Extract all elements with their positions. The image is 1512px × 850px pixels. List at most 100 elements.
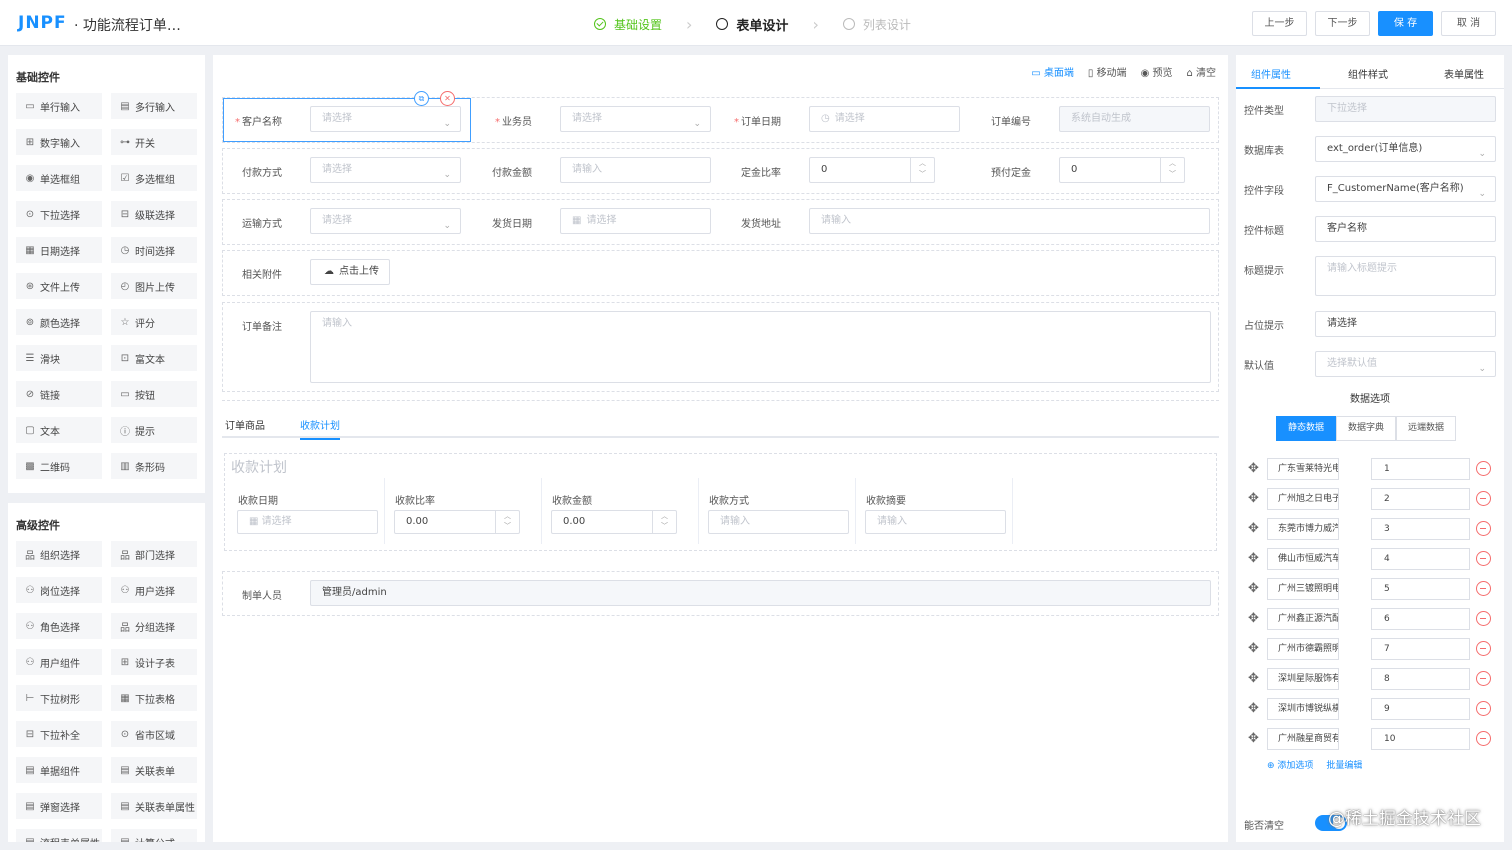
dictionary-button[interactable]: 数据字典	[1336, 416, 1397, 441]
property-input[interactable]: 选择默认值 ⌄	[1315, 351, 1496, 377]
palette-item[interactable]: ▤ 弹窗选择	[16, 793, 102, 819]
ship-date-picker[interactable]: ▦ 请选择	[560, 208, 711, 234]
palette-item[interactable]: ⊙ 下拉选择	[16, 201, 102, 227]
remove-option-icon[interactable]	[1476, 551, 1491, 566]
order-date-picker[interactable]: ◷ 请选择	[809, 106, 960, 132]
cancel-button[interactable]: 取 消	[1441, 11, 1496, 36]
option-value-input[interactable]: 2	[1371, 488, 1470, 510]
tab-component-props[interactable]: 组件属性	[1251, 66, 1291, 81]
palette-item[interactable]: ▤ 关联表单属性	[111, 793, 197, 819]
copy-icon[interactable]: ⧉	[414, 91, 429, 106]
prev-button[interactable]: 上一步	[1252, 11, 1307, 36]
save-button[interactable]: 保 存	[1378, 11, 1433, 36]
column-input[interactable]: 请输入	[865, 510, 1006, 534]
palette-item[interactable]: 品部门选择	[111, 541, 197, 567]
palette-item[interactable]: ⊙ 省市区域	[111, 721, 197, 747]
palette-item[interactable]: ◷ 时间选择	[111, 237, 197, 263]
palette-item[interactable]: 品组织选择	[16, 541, 102, 567]
drag-handle-icon[interactable]: ✥	[1248, 641, 1259, 656]
delete-icon[interactable]: ✕	[440, 91, 455, 106]
toolbar-移动端[interactable]: ▯ 移动端	[1088, 64, 1127, 79]
option-label-input[interactable]: 广州市德霸照明电	[1267, 638, 1339, 660]
step-form-design[interactable]: 表单设计	[716, 15, 788, 34]
step-basic-settings[interactable]: 基础设置	[594, 16, 662, 33]
upload-button[interactable]: ☁ 点击上传	[310, 259, 390, 285]
option-label-input[interactable]: 广州旭之日电子科	[1267, 488, 1339, 510]
option-label-input[interactable]: 广州三镀照明电器	[1267, 578, 1339, 600]
palette-item[interactable]: ◉ 单选框组	[16, 165, 102, 191]
property-input[interactable]: F_CustomerName(客户名称) ⌄	[1315, 176, 1496, 202]
drag-handle-icon[interactable]: ✥	[1248, 521, 1259, 536]
option-value-input[interactable]: 1	[1371, 458, 1470, 480]
property-input[interactable]: ext_order(订单信息) ⌄	[1315, 136, 1496, 162]
palette-item[interactable]: ▦ 下拉表格	[111, 685, 197, 711]
drag-handle-icon[interactable]: ✥	[1248, 611, 1259, 626]
prepay-stepper[interactable]: 0 ︿ ﹀	[1059, 157, 1185, 183]
column-input[interactable]: 请输入	[708, 510, 849, 534]
column-input[interactable]: 0.00 ︿ ﹀	[551, 510, 677, 534]
customer-select[interactable]: 请选择 ⌄	[310, 106, 461, 132]
option-value-input[interactable]: 6	[1371, 608, 1470, 630]
drag-handle-icon[interactable]: ✥	[1248, 581, 1259, 596]
ship-address-input[interactable]: 请输入	[809, 208, 1210, 234]
option-label-input[interactable]: 广东雪莱特光电科	[1267, 458, 1339, 480]
tab-order-items[interactable]: 订单商品	[225, 417, 265, 432]
option-label-input[interactable]: 广州融星商贸有限	[1267, 728, 1339, 750]
palette-item[interactable]: ⊞ 数字输入	[16, 129, 102, 155]
palette-item[interactable]: ▤ 多行输入	[111, 93, 197, 119]
palette-item[interactable]: ⚇ 用户组件	[16, 649, 102, 675]
column-input[interactable]: ▦ 请选择	[237, 510, 378, 534]
remote-data-button[interactable]: 远端数据	[1396, 416, 1457, 441]
palette-item[interactable]: ☑ 多选框组	[111, 165, 197, 191]
palette-item[interactable]: ▢ 文本	[16, 417, 102, 443]
palette-item[interactable]: ☰ 滑块	[16, 345, 102, 371]
option-value-input[interactable]: 8	[1371, 668, 1470, 690]
drag-handle-icon[interactable]: ✥	[1248, 731, 1259, 746]
remove-option-icon[interactable]	[1476, 581, 1491, 596]
option-label-input[interactable]: 东莞市博力威汽车	[1267, 518, 1339, 540]
option-value-input[interactable]: 4	[1371, 548, 1470, 570]
remove-option-icon[interactable]	[1476, 641, 1491, 656]
option-value-input[interactable]: 10	[1371, 728, 1470, 750]
palette-item[interactable]: ▦ 日期选择	[16, 237, 102, 263]
option-label-input[interactable]: 深圳星际服饰有限	[1267, 668, 1339, 690]
drag-handle-icon[interactable]: ✥	[1248, 701, 1259, 716]
palette-item[interactable]: ⓘ 提示	[111, 417, 197, 443]
remove-option-icon[interactable]	[1476, 611, 1491, 626]
option-value-input[interactable]: 9	[1371, 698, 1470, 720]
drag-handle-icon[interactable]: ✥	[1248, 551, 1259, 566]
property-input[interactable]: 客户名称	[1315, 216, 1496, 242]
palette-item[interactable]: ▤ 流程表单属性	[16, 829, 102, 842]
option-label-input[interactable]: 佛山市恒威汽车维	[1267, 548, 1339, 570]
option-value-input[interactable]: 5	[1371, 578, 1470, 600]
tab-component-style[interactable]: 组件样式	[1348, 66, 1388, 81]
option-value-input[interactable]: 7	[1371, 638, 1470, 660]
palette-item[interactable]: ▭ 按钮	[111, 381, 197, 407]
drag-handle-icon[interactable]: ✥	[1248, 671, 1259, 686]
palette-item[interactable]: ⚇ 角色选择	[16, 613, 102, 639]
option-value-input[interactable]: 3	[1371, 518, 1470, 540]
tab-payment-plan[interactable]: 收款计划	[300, 417, 340, 440]
property-input[interactable]: 请选择	[1315, 311, 1496, 337]
toolbar-桌面端[interactable]: ▭ 桌面端	[1031, 64, 1074, 79]
palette-item[interactable]: ⚇ 用户选择	[111, 577, 197, 603]
palette-item[interactable]: ▥ 条形码	[111, 453, 197, 479]
tab-form-props[interactable]: 表单属性	[1444, 66, 1484, 81]
deposit-rate-stepper[interactable]: 0 ︿ ﹀	[809, 157, 935, 183]
step-list-design[interactable]: 列表设计	[842, 16, 911, 33]
palette-item[interactable]: ⊡ 富文本	[111, 345, 197, 371]
toolbar-预览[interactable]: ◉ 预览	[1141, 64, 1173, 79]
property-input[interactable]: 请输入标题提示	[1315, 256, 1496, 296]
palette-item[interactable]: ▭ 单行输入	[16, 93, 102, 119]
remove-option-icon[interactable]	[1476, 731, 1491, 746]
palette-item[interactable]: ⊞ 设计子表	[111, 649, 197, 675]
palette-item[interactable]: ⊟ 级联选择	[111, 201, 197, 227]
palette-item[interactable]: ▤ 单据组件	[16, 757, 102, 783]
remove-option-icon[interactable]	[1476, 701, 1491, 716]
static-data-button[interactable]: 静态数据	[1276, 416, 1337, 441]
pay-method-select[interactable]: 请选择 ⌄	[310, 157, 461, 183]
palette-item[interactable]: ⊢ 下拉树形	[16, 685, 102, 711]
column-input[interactable]: 0.00 ︿ ﹀	[394, 510, 520, 534]
option-label-input[interactable]: 深圳市博锐纵横科	[1267, 698, 1339, 720]
palette-item[interactable]: ⊚ 颜色选择	[16, 309, 102, 335]
